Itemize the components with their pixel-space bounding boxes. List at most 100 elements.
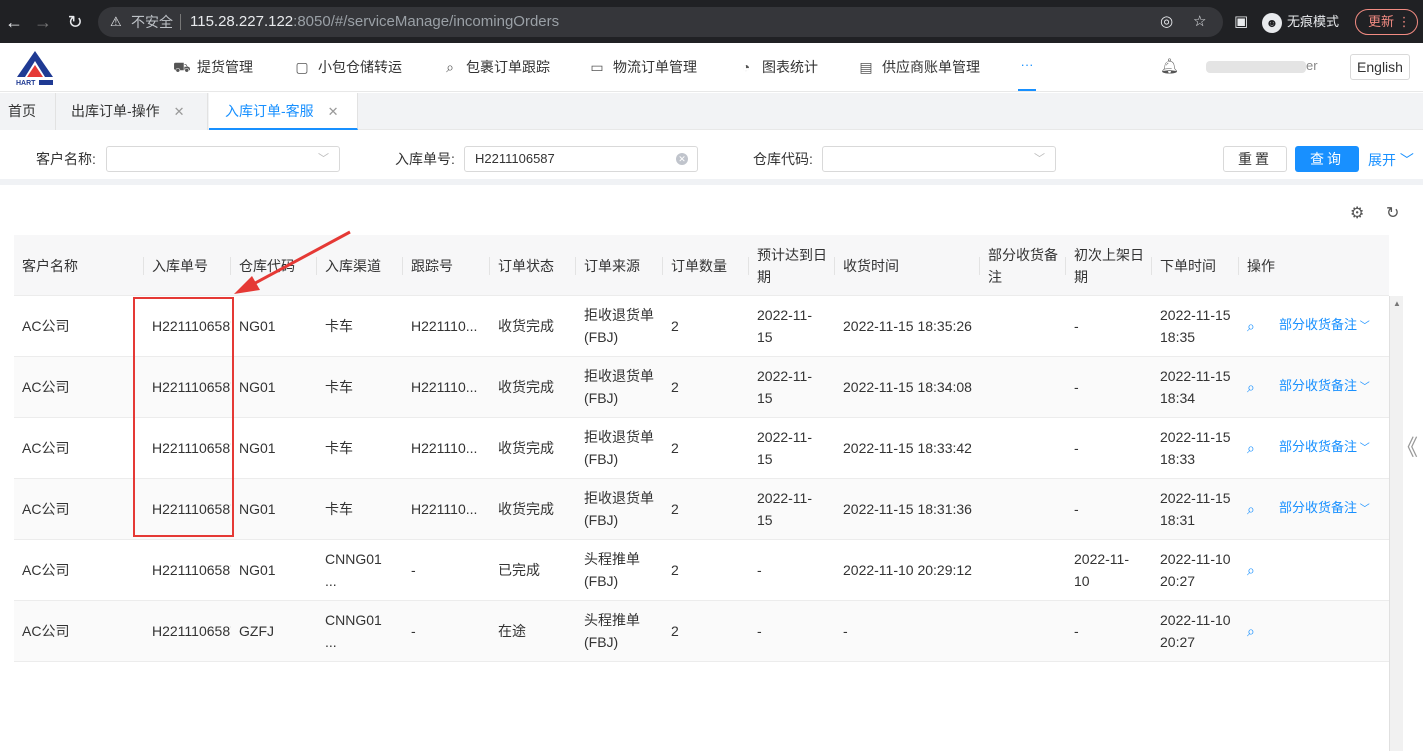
table-row[interactable]: AC公司 H2211106587 NG01 CNNG01 ... - 已完成 头程推单(FB… <box>14 540 1389 601</box>
cell-ordered: 2022-11-10 20:27 <box>1160 612 1231 650</box>
nav-item-pickup[interactable]: ⛟ 提货管理 <box>173 43 253 91</box>
cell-status: 收货完成 <box>498 501 554 517</box>
cell-ordered: 2022-11-15 18:33 <box>1160 429 1231 467</box>
search-icon[interactable]: ⌕ <box>1247 498 1261 520</box>
cell-note <box>980 540 1066 600</box>
cell-received: 2022-11-15 18:33:42 <box>843 440 972 456</box>
cell-tracking: H221110... <box>411 318 478 334</box>
chevron-down-icon: ﹀ <box>1034 153 1045 165</box>
refresh-icon[interactable]: ↻ <box>1386 203 1399 223</box>
top-navigation: HART ⛟ 提货管理 ▢ 小包仓储转运 ⌕ 包裹订单跟踪 ▭ 物流订单管理 ◔ 图表统计… <box>0 43 1423 92</box>
vertical-scrollbar[interactable]: ▲ <box>1389 296 1403 751</box>
address-bar[interactable]: ⚠ 不安全 115.28.227.122:8050/#/serviceManag… <box>98 7 1223 37</box>
cell-customer: AC公司 <box>22 623 70 639</box>
search-icon[interactable]: ⌕ <box>1247 315 1261 337</box>
cell-channel: CNNG01 ... <box>325 612 382 650</box>
cell-status: 收货完成 <box>498 318 554 334</box>
cell-eta: 2022-11-15 <box>757 307 813 345</box>
customer-select[interactable]: ﹀ <box>106 146 340 172</box>
row-actions: ⌕ 部分收货备注 ﹀ <box>1239 296 1389 356</box>
pie-chart-icon: ◔ <box>741 59 751 75</box>
close-icon[interactable]: ✕ <box>328 104 339 119</box>
order-no-input[interactable]: H2211106587 ✕ <box>464 146 698 172</box>
nav-item-logistics-orders[interactable]: ▭ 物流订单管理 <box>589 43 697 91</box>
cell-order-no: H2211106587 <box>152 562 231 578</box>
bell-icon[interactable]: 🔔︎ <box>1160 57 1179 75</box>
warning-icon: ⚠ <box>110 14 122 29</box>
nav-item-supplier-bills[interactable]: ▤ 供应商账单管理 <box>858 43 980 91</box>
warehouse-label: 仓库代码: <box>753 151 813 167</box>
user-name[interactable]: er <box>1206 58 1336 73</box>
back-icon[interactable]: ← <box>2 10 26 34</box>
search-icon[interactable]: ⌕ <box>1247 559 1261 581</box>
menu-dots-icon: ⋮ <box>1397 14 1411 29</box>
cell-warehouse: GZFJ <box>239 623 274 639</box>
cell-status: 在途 <box>498 623 526 639</box>
cell-ordered: 2022-11-15 18:31 <box>1160 490 1231 528</box>
forward-icon[interactable]: → <box>31 10 55 34</box>
cell-channel: 卡车 <box>325 318 353 334</box>
cell-eta: - <box>757 562 762 578</box>
tab-home[interactable]: 首页 <box>0 93 56 130</box>
language-button[interactable]: English <box>1350 54 1410 80</box>
search-icon[interactable]: ⌕ <box>1247 437 1261 459</box>
partial-receipt-note-link[interactable]: 部分收货备注 ﹀ <box>1279 314 1370 338</box>
cell-source: 拒收退货单(FBJ) <box>584 490 654 528</box>
cell-order-no: H2211106587_1 <box>152 623 231 639</box>
cell-received: 2022-11-10 20:29:12 <box>843 562 972 578</box>
column-header: 操作 <box>1247 257 1275 274</box>
partial-receipt-note-link[interactable]: 部分收货备注 ﹀ <box>1279 375 1370 399</box>
cell-warehouse: NG01 <box>239 501 276 517</box>
cell-note <box>980 418 1066 478</box>
column-header: 跟踪号 <box>403 235 490 296</box>
cell-warehouse: NG01 <box>239 318 276 334</box>
star-icon[interactable]: ☆ <box>1193 7 1206 37</box>
table-row[interactable]: AC公司 H2211106587_1 GZFJ CNNG01 ... - 在途 头程推单(F… <box>14 601 1389 662</box>
cell-source: 头程推单(FBJ) <box>584 612 640 650</box>
tab-outbound-operations[interactable]: 出库订单-操作 ✕ <box>56 93 208 130</box>
chevron-down-icon: ﹀ <box>1357 443 1370 454</box>
table-header: 客户名称 入库单号 仓库代码 入库渠道 跟踪号 订单状态 订单来源 订单数量 预计达到日期 收货时… <box>14 235 1389 296</box>
column-header: 入库单号 <box>144 235 231 296</box>
reload-icon[interactable]: ↻ <box>63 10 87 34</box>
url-text: 115.28.227.122:8050/#/serviceManage/inco… <box>190 13 560 30</box>
partial-receipt-note-link[interactable]: 部分收货备注 ﹀ <box>1279 436 1370 460</box>
nav-more-button[interactable]: ··· <box>1018 43 1036 91</box>
cell-channel: 卡车 <box>325 379 353 395</box>
close-icon[interactable]: ✕ <box>174 104 185 119</box>
eye-off-icon[interactable]: ◎ <box>1160 7 1173 37</box>
chevron-down-icon: ﹀ <box>318 153 329 165</box>
expand-button[interactable]: 展开 ﹀ <box>1368 150 1414 170</box>
cell-note <box>980 601 1066 661</box>
cell-eta: 2022-11-15 <box>757 368 813 406</box>
folder-icon: ▭ <box>590 59 604 75</box>
partial-receipt-note-link[interactable]: 部分收货备注 ﹀ <box>1279 497 1370 521</box>
cell-qty: 2 <box>671 562 679 578</box>
cell-ordered: 2022-11-15 18:34 <box>1160 368 1231 406</box>
cell-customer: AC公司 <box>22 379 70 395</box>
cell-note <box>980 357 1066 417</box>
tab-inbound-service[interactable]: 入库订单-客服 ✕ <box>209 93 358 130</box>
incognito-indicator[interactable]: ☻ 无痕模式 <box>1262 9 1339 35</box>
collapse-icon[interactable]: 《 <box>1396 430 1418 462</box>
annotation-arrow <box>234 230 351 294</box>
nav-item-parcel-warehouse[interactable]: ▢ 小包仓储转运 <box>294 43 402 91</box>
search-icon[interactable]: ⌕ <box>1247 376 1261 398</box>
cell-source: 头程推单(FBJ) <box>584 551 640 589</box>
settings-icon[interactable]: ⚙ <box>1350 203 1364 223</box>
row-actions: ⌕ <box>1239 601 1389 661</box>
reset-button[interactable]: 重置 <box>1223 146 1287 172</box>
cell-warehouse: NG01 <box>239 440 276 456</box>
warehouse-select[interactable]: ﹀ <box>822 146 1056 172</box>
search-icon[interactable]: ⌕ <box>1247 620 1261 642</box>
column-header: 部分收货备注 <box>980 235 1066 296</box>
column-header: 初次上架日期 <box>1066 235 1152 296</box>
nav-item-parcel-tracking[interactable]: ⌕ 包裹订单跟踪 <box>442 43 550 91</box>
query-button[interactable]: 查询 <box>1295 146 1359 172</box>
page-tabs: 首页 出库订单-操作 ✕ 入库订单-客服 ✕ <box>0 93 1423 130</box>
update-button[interactable]: 更新 ⋮ <box>1355 9 1418 35</box>
cell-source: 拒收退货单(FBJ) <box>584 368 654 406</box>
clear-icon[interactable]: ✕ <box>676 153 688 165</box>
sidebar-icon[interactable]: ▣ <box>1234 12 1248 30</box>
nav-item-charts[interactable]: ◔ 图表统计 <box>738 43 818 91</box>
